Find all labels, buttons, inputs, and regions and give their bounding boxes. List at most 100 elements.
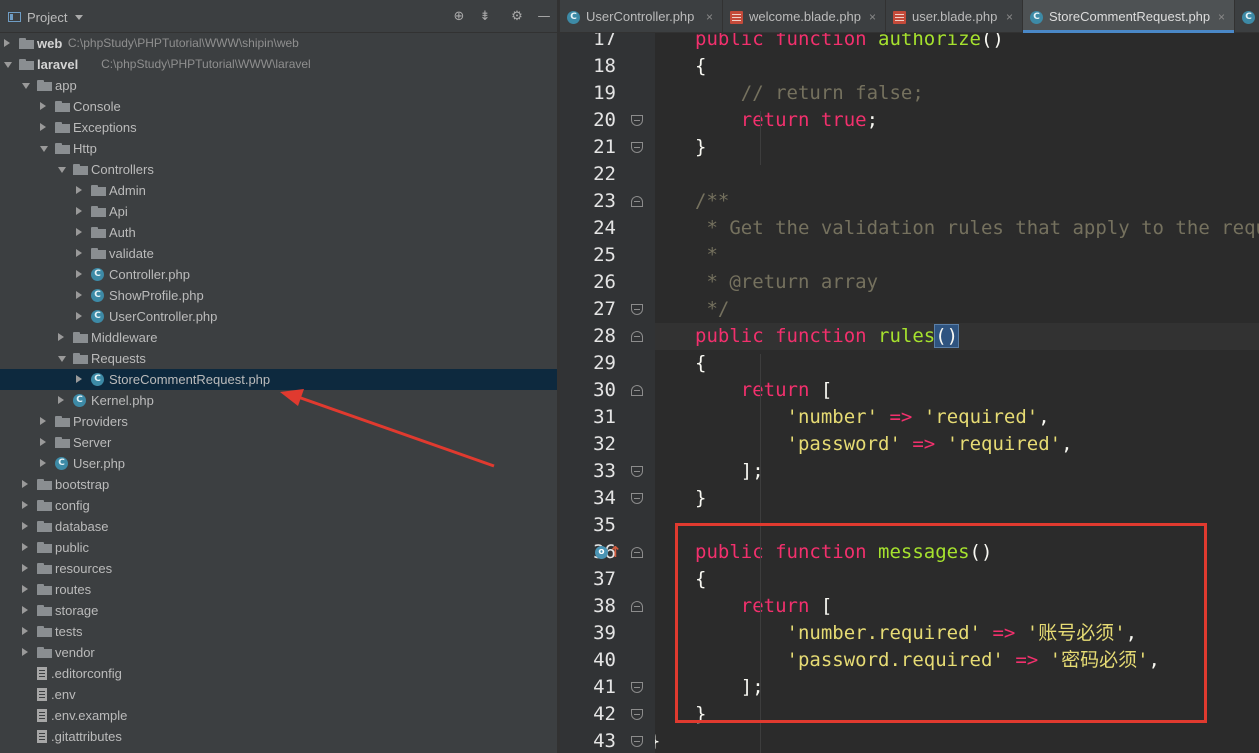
code-line: return true; — [655, 107, 1259, 134]
tree-row-http[interactable]: Http — [0, 138, 557, 159]
chevron-right-icon[interactable] — [22, 585, 28, 593]
chevron-right-icon[interactable] — [76, 186, 82, 194]
chevron-right-icon[interactable] — [40, 417, 46, 425]
tree-row-auth[interactable]: Auth — [0, 222, 557, 243]
chevron-down-icon[interactable] — [40, 146, 48, 152]
tree-row-config[interactable]: config — [0, 495, 557, 516]
fold-end-icon[interactable] — [631, 709, 643, 720]
tab-welcome-blade-php[interactable]: welcome.blade.php × — [723, 0, 886, 33]
fold-end-icon[interactable] — [631, 736, 643, 747]
fold-end-icon[interactable] — [631, 142, 643, 153]
fold-end-icon[interactable] — [631, 115, 643, 126]
tree-row-tests[interactable]: tests — [0, 621, 557, 642]
tree-row-resources[interactable]: resources — [0, 558, 557, 579]
fold-start-icon[interactable] — [631, 196, 643, 207]
crosshair-icon[interactable]: ⊕ — [452, 10, 466, 24]
tab-label: UserController.php — [586, 9, 695, 24]
fold-start-icon[interactable] — [631, 601, 643, 612]
fold-end-icon[interactable] — [631, 466, 643, 477]
chevron-right-icon[interactable] — [76, 228, 82, 236]
tree-row-admin[interactable]: Admin — [0, 180, 557, 201]
close-icon[interactable]: × — [1006, 0, 1013, 34]
close-icon[interactable]: × — [706, 0, 713, 34]
close-icon[interactable]: × — [1218, 0, 1225, 34]
chevron-right-icon[interactable] — [22, 606, 28, 614]
chevron-right-icon[interactable] — [58, 396, 64, 404]
chevron-right-icon[interactable] — [22, 543, 28, 551]
fold-start-icon[interactable] — [631, 547, 643, 558]
fold-start-icon[interactable] — [631, 385, 643, 396]
chevron-right-icon[interactable] — [22, 480, 28, 488]
close-icon[interactable]: × — [869, 0, 876, 34]
code-line: 'number' => 'required', — [655, 404, 1259, 431]
tree-row-storecommentrequest-php[interactable]: C StoreCommentRequest.php — [0, 369, 557, 390]
chevron-right-icon[interactable] — [40, 459, 46, 467]
tree-row-storage[interactable]: storage — [0, 600, 557, 621]
chevron-right-icon[interactable] — [4, 39, 10, 47]
chevron-down-icon[interactable] — [75, 15, 83, 20]
tree-row--gitattributes[interactable]: .gitattributes — [0, 726, 557, 747]
code-token: /** — [695, 190, 730, 212]
chevron-down-icon[interactable] — [58, 167, 66, 173]
gear-icon[interactable]: ⚙ — [510, 10, 524, 24]
chevron-right-icon[interactable] — [22, 648, 28, 656]
folder-icon — [55, 122, 70, 133]
chevron-right-icon[interactable] — [22, 627, 28, 635]
tree-row-controllers[interactable]: Controllers — [0, 159, 557, 180]
chevron-right-icon[interactable] — [22, 564, 28, 572]
tree-row-showprofile-php[interactable]: C ShowProfile.php — [0, 285, 557, 306]
project-view-selector[interactable]: Project — [27, 10, 67, 25]
tab-user-blade-php[interactable]: user.blade.php × — [886, 0, 1023, 33]
fold-end-icon[interactable] — [631, 493, 643, 504]
tree-row-kernel-php[interactable]: C Kernel.php — [0, 390, 557, 411]
tree-row-server[interactable]: Server — [0, 432, 557, 453]
chevron-right-icon[interactable] — [40, 102, 46, 110]
tree-row-middleware[interactable]: Middleware — [0, 327, 557, 348]
editor-tab-bar: C UserController.php × welcome.blade.php × us… — [560, 0, 1259, 33]
tree-row-usercontroller-php[interactable]: C UserController.php — [0, 306, 557, 327]
chevron-right-icon[interactable] — [76, 249, 82, 257]
chevron-right-icon[interactable] — [76, 270, 82, 278]
tree-row-laravel[interactable]: laravel C:\phpStudy\PHPTutorial\WWW\larav… — [0, 54, 557, 75]
chevron-down-icon[interactable] — [22, 83, 30, 89]
tab-usercontroller-php[interactable]: C UserController.php × — [560, 0, 723, 33]
tree-row--env[interactable]: .env — [0, 684, 557, 705]
tree-row--env-example[interactable]: .env.example — [0, 705, 557, 726]
chevron-right-icon[interactable] — [22, 522, 28, 530]
chevron-right-icon[interactable] — [76, 312, 82, 320]
tree-row-web[interactable]: web C:\phpStudy\PHPTutorial\WWW\shipin\we… — [0, 33, 557, 54]
chevron-right-icon[interactable] — [22, 501, 28, 509]
tree-row-database[interactable]: database — [0, 516, 557, 537]
tree-row-public[interactable]: public — [0, 537, 557, 558]
tree-row-validate[interactable]: validate — [0, 243, 557, 264]
tree-row-providers[interactable]: Providers — [0, 411, 557, 432]
tree-row-user-php[interactable]: C User.php — [0, 453, 557, 474]
chevron-right-icon[interactable] — [40, 123, 46, 131]
chevron-right-icon[interactable] — [76, 375, 82, 383]
chevron-right-icon[interactable] — [76, 291, 82, 299]
tree-row-console[interactable]: Console — [0, 96, 557, 117]
tree-row-api[interactable]: Api — [0, 201, 557, 222]
chevron-down-icon[interactable] — [58, 356, 66, 362]
tree-row-controller-php[interactable]: C Controller.php — [0, 264, 557, 285]
fold-end-icon[interactable] — [631, 682, 643, 693]
tab-overflow[interactable]: C — [1235, 0, 1259, 33]
chevron-right-icon[interactable] — [40, 438, 46, 446]
tree-row-requests[interactable]: Requests — [0, 348, 557, 369]
minimize-icon[interactable]: — — [537, 10, 551, 24]
tab-storecommentrequest-php[interactable]: C StoreCommentRequest.php × — [1023, 0, 1235, 33]
tree-row--editorconfig[interactable]: .editorconfig — [0, 663, 557, 684]
fold-end-icon[interactable] — [631, 304, 643, 315]
tree-row-app[interactable]: app — [0, 75, 557, 96]
chevron-down-icon[interactable] — [4, 62, 12, 68]
tree-row-bootstrap[interactable]: bootstrap — [0, 474, 557, 495]
override-marker-icon[interactable]: o — [595, 546, 608, 559]
tree-row-routes[interactable]: routes — [0, 579, 557, 600]
chevron-right-icon[interactable] — [58, 333, 64, 341]
fold-start-icon[interactable] — [631, 331, 643, 342]
chevron-right-icon[interactable] — [76, 207, 82, 215]
collapse-icon[interactable]: ⇟ — [478, 10, 492, 24]
tree-row-exceptions[interactable]: Exceptions — [0, 117, 557, 138]
code-token: } — [655, 730, 660, 752]
tree-row-vendor[interactable]: vendor — [0, 642, 557, 663]
